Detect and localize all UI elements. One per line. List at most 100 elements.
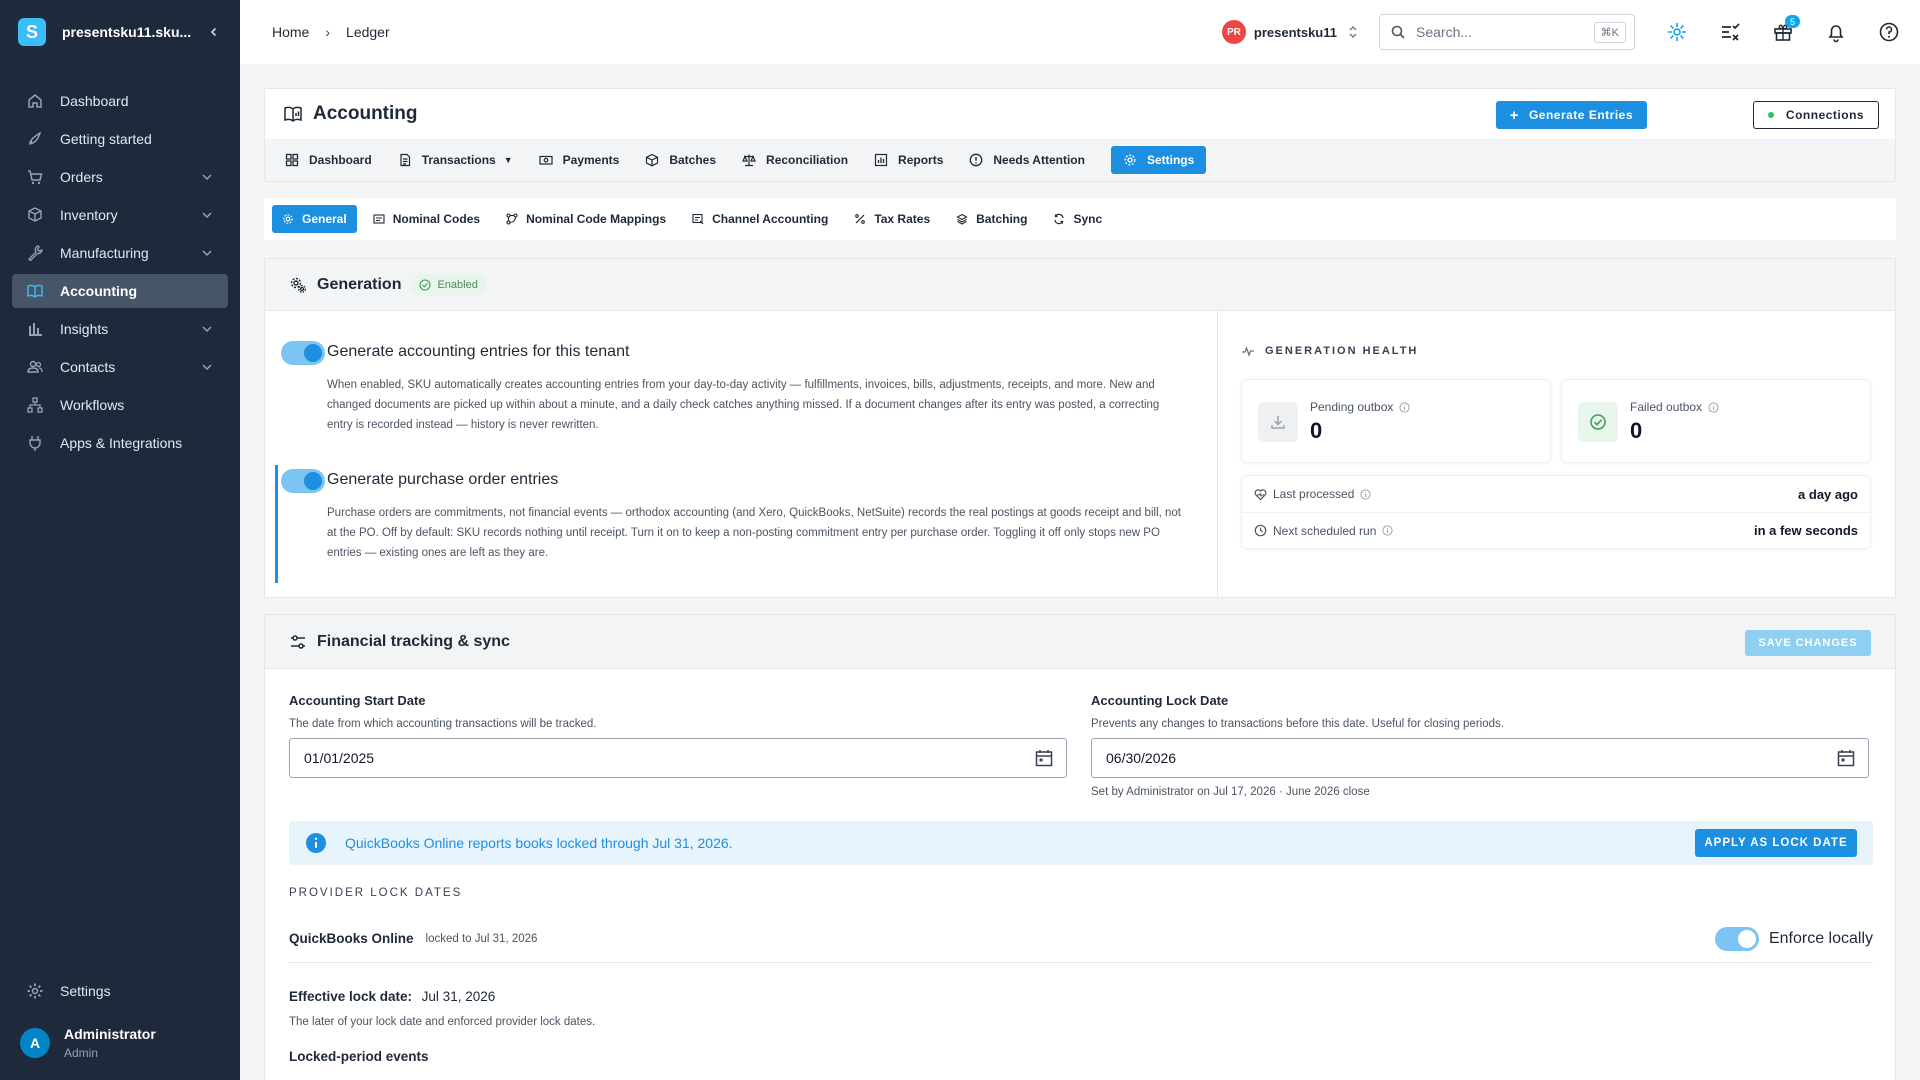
- user-role: Admin: [64, 1046, 99, 1060]
- subtab-sync[interactable]: Sync: [1043, 205, 1112, 233]
- tab-settings[interactable]: Settings: [1110, 146, 1207, 174]
- info-icon[interactable]: [1382, 525, 1394, 536]
- sidebar-item-inventory[interactable]: Inventory: [12, 198, 228, 232]
- generation-card: Generation Enabled Generate accounting e…: [264, 258, 1896, 598]
- ledger-icon: [26, 282, 44, 300]
- provider-locked-text: locked to Jul 31, 2026: [425, 932, 538, 945]
- app-logo[interactable]: S: [18, 18, 46, 46]
- info-icon[interactable]: [1399, 401, 1411, 413]
- subtab-tax-rates[interactable]: Tax Rates: [844, 205, 940, 233]
- sidebar-item-contacts[interactable]: Contacts: [12, 350, 228, 384]
- gears-icon: [289, 276, 307, 294]
- accounting-lock-date: Accounting Lock Date Prevents any change…: [1091, 693, 1869, 798]
- scale-icon: [742, 153, 756, 167]
- user-profile[interactable]: A Administrator Admin: [20, 1026, 156, 1060]
- plus-icon: +: [1509, 106, 1519, 124]
- document-icon: [398, 153, 412, 167]
- start-date-input[interactable]: 01/01/2025: [289, 738, 1067, 778]
- purchase-order-entries-toggle[interactable]: [281, 469, 325, 493]
- sidebar-item-getting-started[interactable]: Getting started: [12, 122, 228, 156]
- sidebar-item-orders[interactable]: Orders: [12, 160, 228, 194]
- subtab-nominal-codes[interactable]: Nominal Codes: [363, 205, 490, 233]
- provider-name: QuickBooks Online: [289, 931, 414, 946]
- sidebar-item-label: Workflows: [60, 397, 125, 413]
- report-icon: [874, 153, 888, 167]
- sidebar-item-apps-integrations[interactable]: Apps & Integrations: [12, 426, 228, 460]
- lock-date-note: Set by Administrator on Jul 17, 2026 · J…: [1091, 786, 1370, 798]
- next-run-value: in a few seconds: [1753, 523, 1858, 538]
- sidebar: S presentsku11.sku... Dashboard Getting …: [0, 0, 240, 1080]
- subtab-label: Tax Rates: [874, 212, 931, 226]
- subtab-nominal-code-mappings[interactable]: Nominal Code Mappings: [496, 205, 676, 233]
- pending-outbox-label-row: Pending outbox: [1310, 400, 1411, 414]
- field-label: Accounting Start Date: [289, 693, 426, 708]
- sidebar-settings-container: Settings: [0, 974, 240, 1012]
- breadcrumb-home[interactable]: Home: [272, 24, 309, 40]
- gear-icon: [282, 213, 294, 225]
- sidebar-item-insights[interactable]: Insights: [12, 312, 228, 346]
- info-icon[interactable]: [1360, 488, 1371, 500]
- sidebar-item-accounting[interactable]: Accounting: [12, 274, 228, 308]
- tab-payments[interactable]: Payments: [539, 146, 632, 174]
- status-badge-label: Enabled: [437, 278, 478, 291]
- tab-reports[interactable]: Reports: [874, 146, 955, 174]
- toggle-knob: [1737, 929, 1756, 948]
- bell-icon[interactable]: [1825, 21, 1847, 43]
- lock-date-input[interactable]: 06/30/2026: [1091, 738, 1869, 778]
- generate-entries-label: Generate Entries: [1528, 108, 1633, 122]
- sidebar-item-label: Accounting: [60, 283, 137, 299]
- sidebar-item-manufacturing[interactable]: Manufacturing: [12, 236, 228, 270]
- calendar-icon[interactable]: [1836, 748, 1856, 768]
- subtab-channel-accounting[interactable]: Channel Accounting: [682, 205, 838, 233]
- check-circle-icon: [419, 278, 432, 291]
- financial-tracking-card: Financial tracking & sync SAVE CHANGES A…: [264, 614, 1896, 1080]
- info-icon[interactable]: [1708, 401, 1719, 413]
- sidebar-item-settings[interactable]: Settings: [12, 974, 228, 1008]
- sidebar-item-dashboard[interactable]: Dashboard: [12, 84, 228, 118]
- tab-batches[interactable]: Batches: [645, 146, 728, 174]
- tenant-avatar: PR: [1221, 20, 1246, 44]
- toggle-knob: [304, 472, 322, 490]
- breadcrumb-current: Ledger: [346, 24, 390, 40]
- connections-button[interactable]: Connections: [1753, 101, 1879, 129]
- chevron-down-icon: [200, 322, 214, 336]
- tab-transactions[interactable]: Transactions ▼: [398, 146, 525, 174]
- tab-label: Payments: [562, 153, 620, 167]
- chevron-down-icon: [200, 360, 214, 374]
- tenant-selector-name: presentsku11: [1253, 24, 1337, 40]
- chevron-down-icon: [200, 246, 214, 260]
- connection-status-dot: [1767, 112, 1774, 118]
- download-icon: [1258, 402, 1298, 442]
- help-icon[interactable]: [1878, 21, 1900, 43]
- tab-reconciliation[interactable]: Reconciliation: [742, 146, 860, 174]
- next-run-row: Next scheduled run in a few seconds: [1242, 512, 1870, 548]
- tab-needs-attention[interactable]: Needs Attention: [969, 146, 1097, 174]
- gift-icon[interactable]: 5: [1772, 15, 1800, 43]
- tenant-selector[interactable]: PR presentsku11: [1221, 20, 1359, 44]
- subtab-batching[interactable]: Batching: [946, 205, 1037, 233]
- calendar-icon[interactable]: [1034, 748, 1054, 768]
- search-input[interactable]: Search... ⌘K: [1379, 14, 1635, 50]
- collapse-sidebar-icon[interactable]: [204, 22, 224, 42]
- subtab-label: Nominal Code Mappings: [526, 212, 667, 226]
- clock-icon: [1254, 524, 1267, 537]
- sidebar-item-label: Getting started: [60, 131, 152, 147]
- tenant-name[interactable]: presentsku11.sku...: [62, 24, 204, 40]
- sidebar-item-label: Manufacturing: [60, 245, 149, 261]
- page-title: Accounting: [313, 103, 418, 124]
- apply-as-lock-date-button[interactable]: APPLY AS LOCK DATE: [1695, 829, 1857, 857]
- tasks-icon[interactable]: [1719, 21, 1741, 43]
- last-processed-label: Last processed: [1273, 487, 1355, 501]
- generate-entries-button[interactable]: + Generate Entries: [1495, 101, 1647, 129]
- sidebar-item-label: Apps & Integrations: [60, 435, 183, 451]
- sidebar-item-workflows[interactable]: Workflows: [12, 388, 228, 422]
- subtab-general[interactable]: General: [272, 205, 357, 233]
- tab-dashboard[interactable]: Dashboard: [285, 146, 384, 174]
- ai-assistant-icon[interactable]: [1666, 21, 1688, 43]
- generate-entries-toggle[interactable]: [281, 341, 325, 365]
- save-changes-button[interactable]: SAVE CHANGES: [1745, 630, 1871, 656]
- provider-lock-banner: QuickBooks Online reports books locked t…: [289, 821, 1873, 865]
- sidebar-item-label: Contacts: [60, 359, 116, 375]
- enforce-locally-toggle[interactable]: [1714, 926, 1759, 951]
- chevron-down-icon: [200, 170, 214, 184]
